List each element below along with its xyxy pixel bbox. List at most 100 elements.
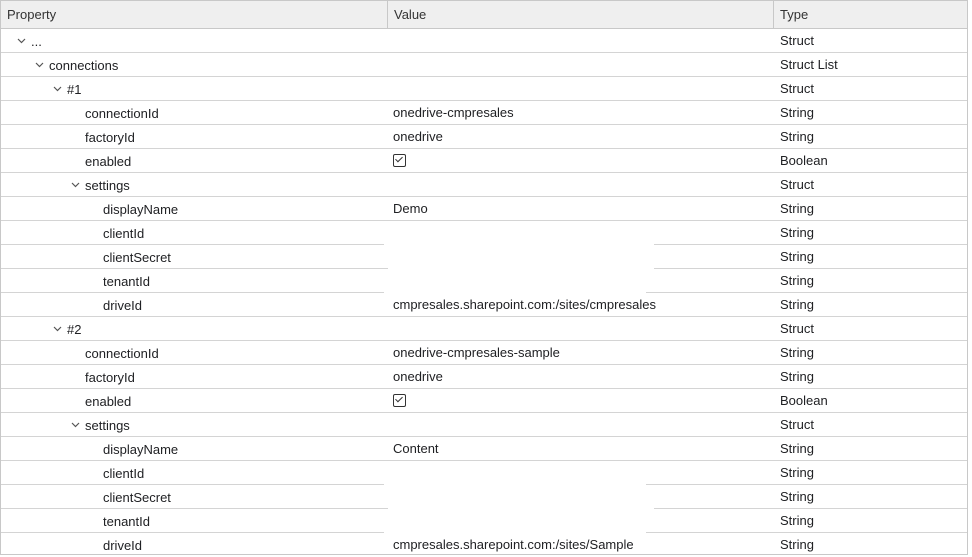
property-name: enabled [85, 153, 132, 169]
property-cell: connectionId [1, 341, 388, 365]
value-cell[interactable] [388, 317, 774, 341]
property-name: clientSecret [103, 489, 171, 505]
value-cell[interactable] [388, 485, 774, 509]
value-cell[interactable] [388, 77, 774, 101]
tree-row[interactable]: settings Struct [1, 173, 967, 197]
value-cell[interactable] [388, 173, 774, 197]
property-cell: #2 [1, 317, 388, 341]
property-cell: connections [1, 53, 388, 77]
value-cell[interactable] [388, 389, 774, 413]
chevron-down-icon[interactable] [67, 417, 83, 433]
enabled-checkbox[interactable] [393, 394, 406, 408]
property-value: cmpresales.sharepoint.com:/sites/cmpresa… [393, 297, 656, 312]
property-name: connectionId [85, 105, 159, 121]
grid-header: Property Value Type [1, 1, 967, 29]
tree-row[interactable]: enabled Boolean [1, 389, 967, 413]
property-value: Demo [393, 201, 428, 216]
tree-row[interactable]: clientId String [1, 461, 967, 485]
tree-row[interactable]: factoryId onedrive String [1, 125, 967, 149]
type-cell: String [780, 441, 814, 456]
tree-row[interactable]: clientSecret String [1, 485, 967, 509]
enabled-checkbox[interactable] [393, 154, 406, 168]
value-cell[interactable]: onedrive [388, 125, 774, 149]
property-name: clientId [103, 225, 145, 241]
property-tree-grid: Property Value Type ... Struct connections… [0, 0, 968, 555]
tree-row[interactable]: connectionId onedrive-cmpresales-sample St… [1, 341, 967, 365]
tree-row[interactable]: tenantId String [1, 269, 967, 293]
property-cell: displayName [1, 197, 388, 221]
tree-row[interactable]: driveId cmpresales.sharepoint.com:/sites/… [1, 533, 967, 557]
type-cell: Struct [780, 81, 814, 96]
value-cell[interactable] [388, 461, 774, 485]
grid-body: ... Struct connections Struct List #1 Struct c… [1, 29, 967, 557]
property-name: tenantId [103, 273, 150, 289]
value-cell[interactable]: cmpresales.sharepoint.com:/sites/Sample [388, 533, 774, 557]
tree-row[interactable]: ... Struct [1, 29, 967, 53]
value-cell[interactable] [388, 29, 774, 53]
property-name: connectionId [85, 345, 159, 361]
type-cell: String [780, 513, 814, 528]
tree-row[interactable]: driveId cmpresales.sharepoint.com:/sites/… [1, 293, 967, 317]
value-cell[interactable] [388, 269, 774, 293]
column-header-value[interactable]: Value [388, 1, 774, 28]
property-name: factoryId [85, 369, 135, 385]
value-cell[interactable]: Demo [388, 197, 774, 221]
chevron-down-icon[interactable] [49, 81, 65, 97]
property-cell: enabled [1, 149, 388, 173]
type-cell: String [780, 129, 814, 144]
tree-row[interactable]: #1 Struct [1, 77, 967, 101]
type-cell: Boolean [780, 393, 828, 408]
value-cell[interactable] [388, 245, 774, 269]
type-cell: Struct [780, 177, 814, 192]
value-cell[interactable] [388, 413, 774, 437]
tree-row[interactable]: factoryId onedrive String [1, 365, 967, 389]
tree-row[interactable]: settings Struct [1, 413, 967, 437]
type-cell: String [780, 345, 814, 360]
property-cell: driveId [1, 533, 388, 557]
chevron-down-icon[interactable] [49, 321, 65, 337]
column-header-type[interactable]: Type [774, 1, 967, 28]
value-cell[interactable]: onedrive-cmpresales [388, 101, 774, 125]
property-name: driveId [103, 537, 143, 553]
property-name: displayName [103, 201, 179, 217]
value-cell[interactable]: onedrive [388, 365, 774, 389]
tree-row[interactable]: clientSecret String [1, 245, 967, 269]
column-header-property[interactable]: Property [1, 1, 388, 28]
value-cell[interactable] [388, 149, 774, 173]
type-cell: String [780, 465, 814, 480]
property-name: clientSecret [103, 249, 171, 265]
value-cell[interactable]: Content [388, 437, 774, 461]
tree-row[interactable]: tenantId String [1, 509, 967, 533]
tree-row[interactable]: connectionId onedrive-cmpresales String [1, 101, 967, 125]
property-cell: clientId [1, 461, 388, 485]
property-cell: factoryId [1, 125, 388, 149]
tree-row[interactable]: enabled Boolean [1, 149, 967, 173]
type-cell: Struct [780, 33, 814, 48]
property-name: displayName [103, 441, 179, 457]
tree-row[interactable]: displayName Demo String [1, 197, 967, 221]
property-cell: factoryId [1, 365, 388, 389]
tree-row[interactable]: connections Struct List [1, 53, 967, 77]
property-cell: settings [1, 173, 388, 197]
chevron-down-icon[interactable] [67, 177, 83, 193]
value-cell[interactable] [388, 53, 774, 77]
property-name: factoryId [85, 129, 135, 145]
value-cell[interactable]: cmpresales.sharepoint.com:/sites/cmpresa… [388, 293, 774, 317]
chevron-down-icon[interactable] [13, 33, 29, 49]
tree-row[interactable]: #2 Struct [1, 317, 967, 341]
property-cell: clientSecret [1, 485, 388, 509]
tree-row[interactable]: clientId String [1, 221, 967, 245]
property-name: settings [85, 417, 130, 433]
type-cell: String [780, 225, 814, 240]
type-cell: String [780, 249, 814, 264]
value-cell[interactable]: onedrive-cmpresales-sample [388, 341, 774, 365]
value-cell[interactable] [388, 221, 774, 245]
property-name: clientId [103, 465, 145, 481]
property-name: #1 [67, 81, 82, 97]
property-value: onedrive [393, 369, 443, 384]
type-cell: String [780, 537, 814, 552]
property-cell: tenantId [1, 509, 388, 533]
value-cell[interactable] [388, 509, 774, 533]
tree-row[interactable]: displayName Content String [1, 437, 967, 461]
chevron-down-icon[interactable] [31, 57, 47, 73]
